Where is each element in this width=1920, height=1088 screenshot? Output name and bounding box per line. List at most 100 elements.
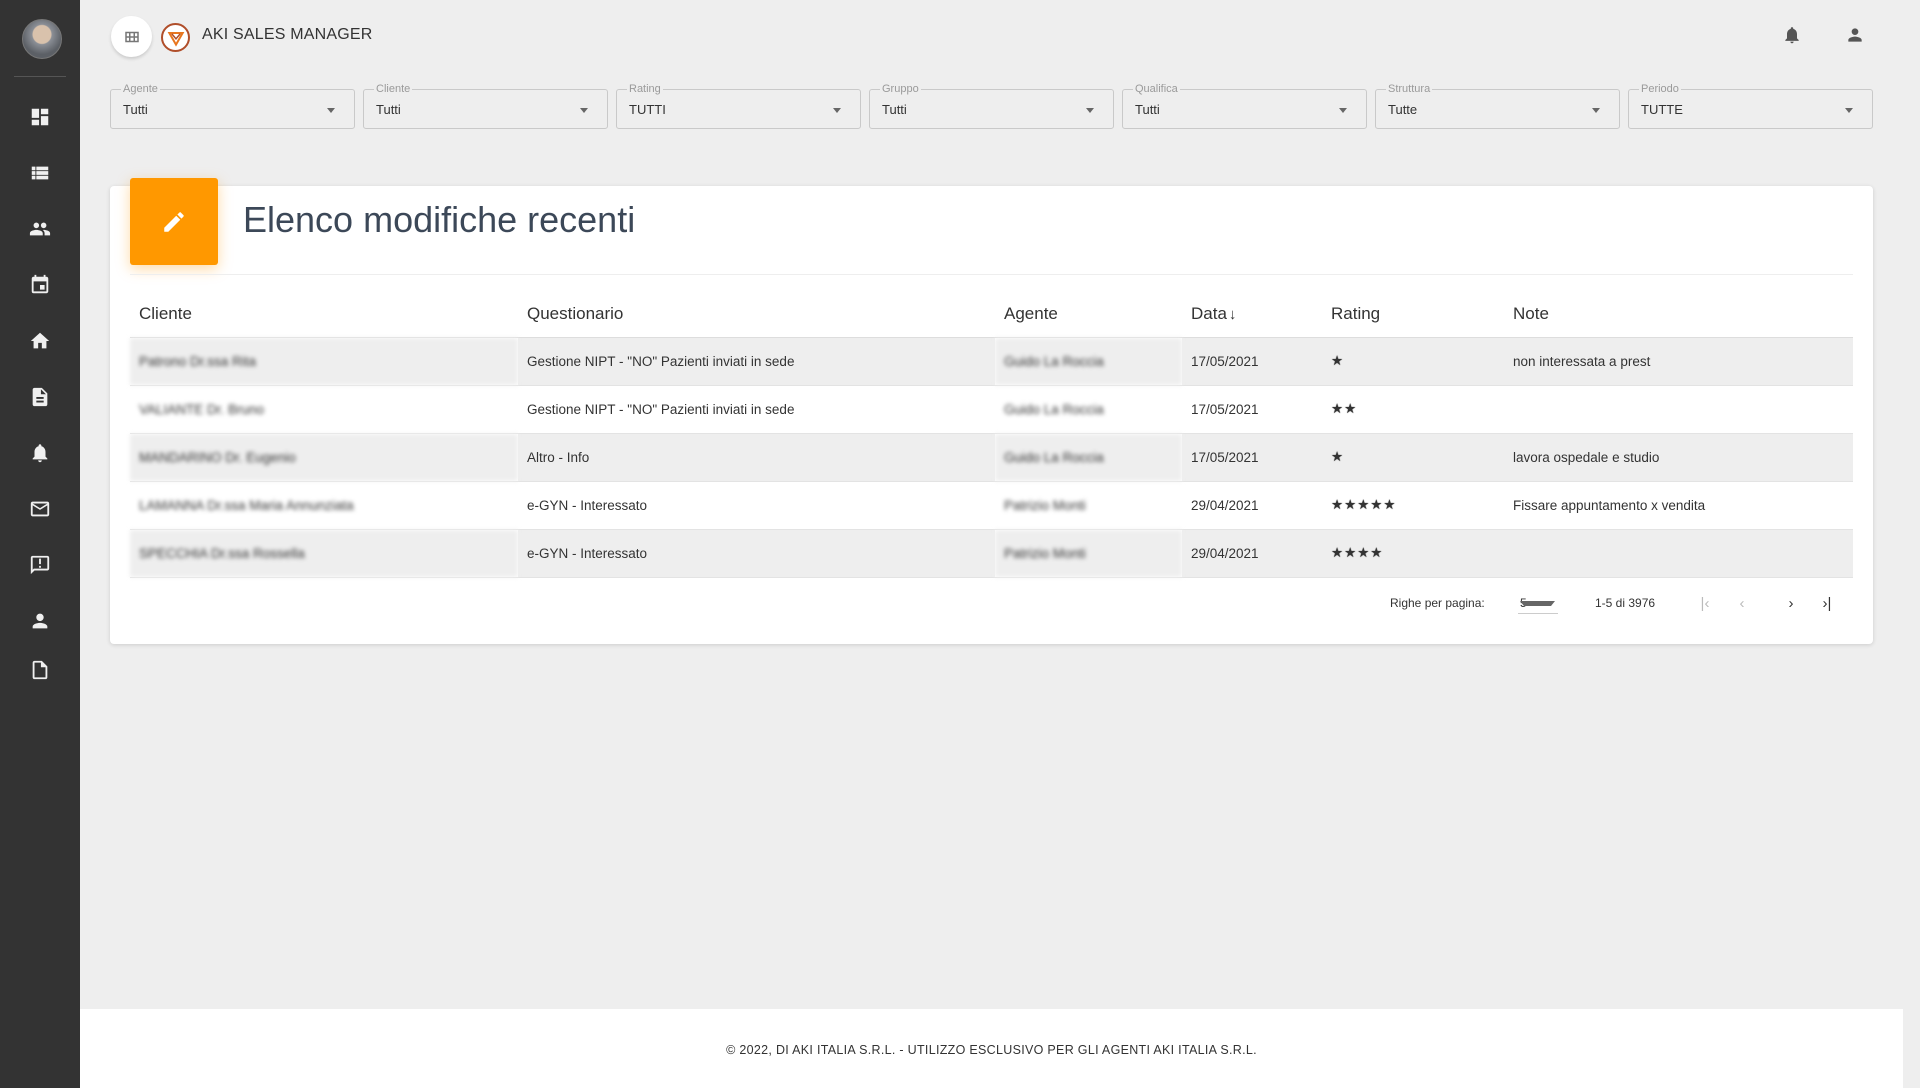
next-page-icon[interactable]: ›: [1780, 592, 1802, 614]
filter-label: Periodo: [1639, 83, 1681, 95]
people-icon[interactable]: [26, 215, 54, 243]
card-header-icon: [130, 178, 218, 265]
cell-agente: Guido La Roccia: [995, 385, 1182, 434]
filter-value: Tutti: [123, 102, 148, 117]
cell-cliente: VALIANTE Dr. Bruno: [130, 385, 518, 434]
cell-questionario: Altro - Info: [518, 433, 995, 482]
filter-label: Struttura: [1386, 83, 1433, 95]
cell-note: Fissare appuntamento x vendita: [1504, 481, 1853, 530]
cell-questionario: e-GYN - Interessato: [518, 481, 995, 530]
column-header-cliente[interactable]: Cliente: [130, 292, 518, 338]
sidebar-divider: [14, 76, 66, 77]
cell-agente: Patrizio Monti: [995, 529, 1182, 578]
document-icon[interactable]: [26, 383, 54, 411]
cell-agente: Patrizio Monti: [995, 481, 1182, 530]
cell-questionario: Gestione NIPT - "NO" Pazienti inviati in…: [518, 385, 995, 434]
filter-label: Qualifica: [1133, 83, 1180, 95]
filter-gruppo[interactable]: Gruppo Tutti: [869, 83, 1114, 129]
column-header-rating[interactable]: Rating: [1322, 292, 1504, 338]
changes-table: Cliente Questionario Agente Data ↓ Rating…: [130, 292, 1853, 578]
first-page-icon[interactable]: |‹: [1694, 592, 1716, 614]
card-title: Elenco modifiche recenti: [243, 199, 636, 240]
brand-logo: [161, 23, 190, 52]
cell-data: 29/04/2021: [1182, 481, 1322, 530]
person-icon[interactable]: [26, 607, 54, 635]
filter-value: Tutte: [1388, 102, 1418, 117]
table-row[interactable]: Patrono Dr.ssa Rita Gestione NIPT - "NO"…: [130, 337, 1853, 386]
filter-value: Tutti: [882, 102, 907, 117]
star-rating-icon: ★: [1322, 337, 1504, 386]
cell-note: [1504, 529, 1853, 578]
footer-copyright: © 2022, DI AKI ITALIA S.R.L. - UTILIZZO …: [726, 1043, 1257, 1057]
column-header-note[interactable]: Note: [1504, 292, 1853, 338]
cell-cliente: Patrono Dr.ssa Rita: [130, 337, 518, 386]
filter-struttura[interactable]: Struttura Tutte: [1375, 83, 1620, 129]
filter-agente[interactable]: Agente Tutti: [110, 83, 355, 129]
cell-data: 17/05/2021: [1182, 385, 1322, 434]
avatar[interactable]: [22, 19, 62, 59]
table-row[interactable]: VALIANTE Dr. Bruno Gestione NIPT - "NO" …: [130, 385, 1853, 434]
caret-down-icon: [580, 108, 588, 113]
list-icon[interactable]: [26, 159, 54, 187]
cell-cliente: SPECCHIA Dr.ssa Rossella: [130, 529, 518, 578]
recent-changes-card: Elenco modifiche recenti Cliente Questio…: [110, 178, 1873, 644]
feedback-icon[interactable]: [26, 551, 54, 579]
table-header-row: Cliente Questionario Agente Data ↓ Rating…: [130, 292, 1853, 338]
cell-cliente: LAMANNA Dr.ssa Maria Annunziata: [130, 481, 518, 530]
user-account-icon[interactable]: [1842, 22, 1868, 48]
topbar: AKI SALES MANAGER: [80, 0, 1920, 70]
cell-note: [1504, 385, 1853, 434]
previous-page-icon[interactable]: ‹: [1731, 592, 1753, 614]
filter-rating[interactable]: Rating TUTTI: [616, 83, 861, 129]
column-header-questionario[interactable]: Questionario: [518, 292, 995, 338]
mail-icon[interactable]: [26, 495, 54, 523]
filter-label: Cliente: [374, 83, 413, 95]
caret-down-icon: [327, 108, 335, 113]
caret-down-icon: [1592, 108, 1600, 113]
filter-cliente[interactable]: Cliente Tutti: [363, 83, 608, 129]
filter-value: Tutti: [1135, 102, 1160, 117]
caret-down-icon: [1339, 108, 1347, 113]
column-header-data-label: Data: [1191, 304, 1227, 324]
table-row[interactable]: MANDARINO Dr. Eugenio Altro - Info Guido…: [130, 433, 1853, 482]
pagination-range: 1-5 di 3976: [1595, 596, 1656, 610]
footer: © 2022, DI AKI ITALIA S.R.L. - UTILIZZO …: [80, 1009, 1903, 1088]
cell-questionario: Gestione NIPT - "NO" Pazienti inviati in…: [518, 337, 995, 386]
cell-data: 17/05/2021: [1182, 337, 1322, 386]
column-header-data[interactable]: Data ↓: [1182, 292, 1322, 338]
caret-down-icon: [1520, 601, 1555, 606]
cell-note: non interessata a prest: [1504, 337, 1853, 386]
menu-toggle-button[interactable]: [111, 16, 152, 57]
table-row[interactable]: LAMANNA Dr.ssa Maria Annunziata e-GYN - …: [130, 481, 1853, 530]
caret-down-icon: [1086, 108, 1094, 113]
card-divider: [130, 274, 1853, 275]
app-title: AKI SALES MANAGER: [202, 26, 373, 43]
sidebar: [0, 0, 80, 1088]
cell-data: 17/05/2021: [1182, 433, 1322, 482]
edit-icon: [164, 211, 184, 232]
filter-value: TUTTI: [629, 102, 666, 117]
star-rating-icon: ★★★★: [1322, 529, 1504, 578]
notifications-icon[interactable]: [1779, 22, 1805, 48]
table-row[interactable]: SPECCHIA Dr.ssa Rossella e-GYN - Interes…: [130, 529, 1853, 578]
column-header-agente[interactable]: Agente: [995, 292, 1182, 338]
bell-icon[interactable]: [26, 439, 54, 467]
home-icon[interactable]: [26, 327, 54, 355]
file-icon[interactable]: [26, 656, 54, 684]
calendar-icon[interactable]: [26, 271, 54, 299]
dashboard-icon[interactable]: [26, 103, 54, 131]
caret-down-icon: [1845, 108, 1853, 113]
filter-label: Agente: [121, 83, 160, 95]
filter-periodo[interactable]: Periodo TUTTE: [1628, 83, 1873, 129]
last-page-icon[interactable]: ›|: [1816, 592, 1838, 614]
filter-qualifica[interactable]: Qualifica Tutti: [1122, 83, 1367, 129]
rows-per-page-select[interactable]: 5: [1518, 592, 1558, 614]
star-rating-icon: ★★: [1322, 385, 1504, 434]
cell-questionario: e-GYN - Interessato: [518, 529, 995, 578]
cell-cliente: MANDARINO Dr. Eugenio: [130, 433, 518, 482]
pagination: Righe per pagina: 5 1-5 di 3976 |‹ ‹ › ›…: [110, 592, 1873, 616]
rows-per-page-label: Righe per pagina:: [1390, 596, 1485, 610]
star-rating-icon: ★: [1322, 433, 1504, 482]
filter-value: Tutti: [376, 102, 401, 117]
filter-label: Gruppo: [880, 83, 921, 95]
